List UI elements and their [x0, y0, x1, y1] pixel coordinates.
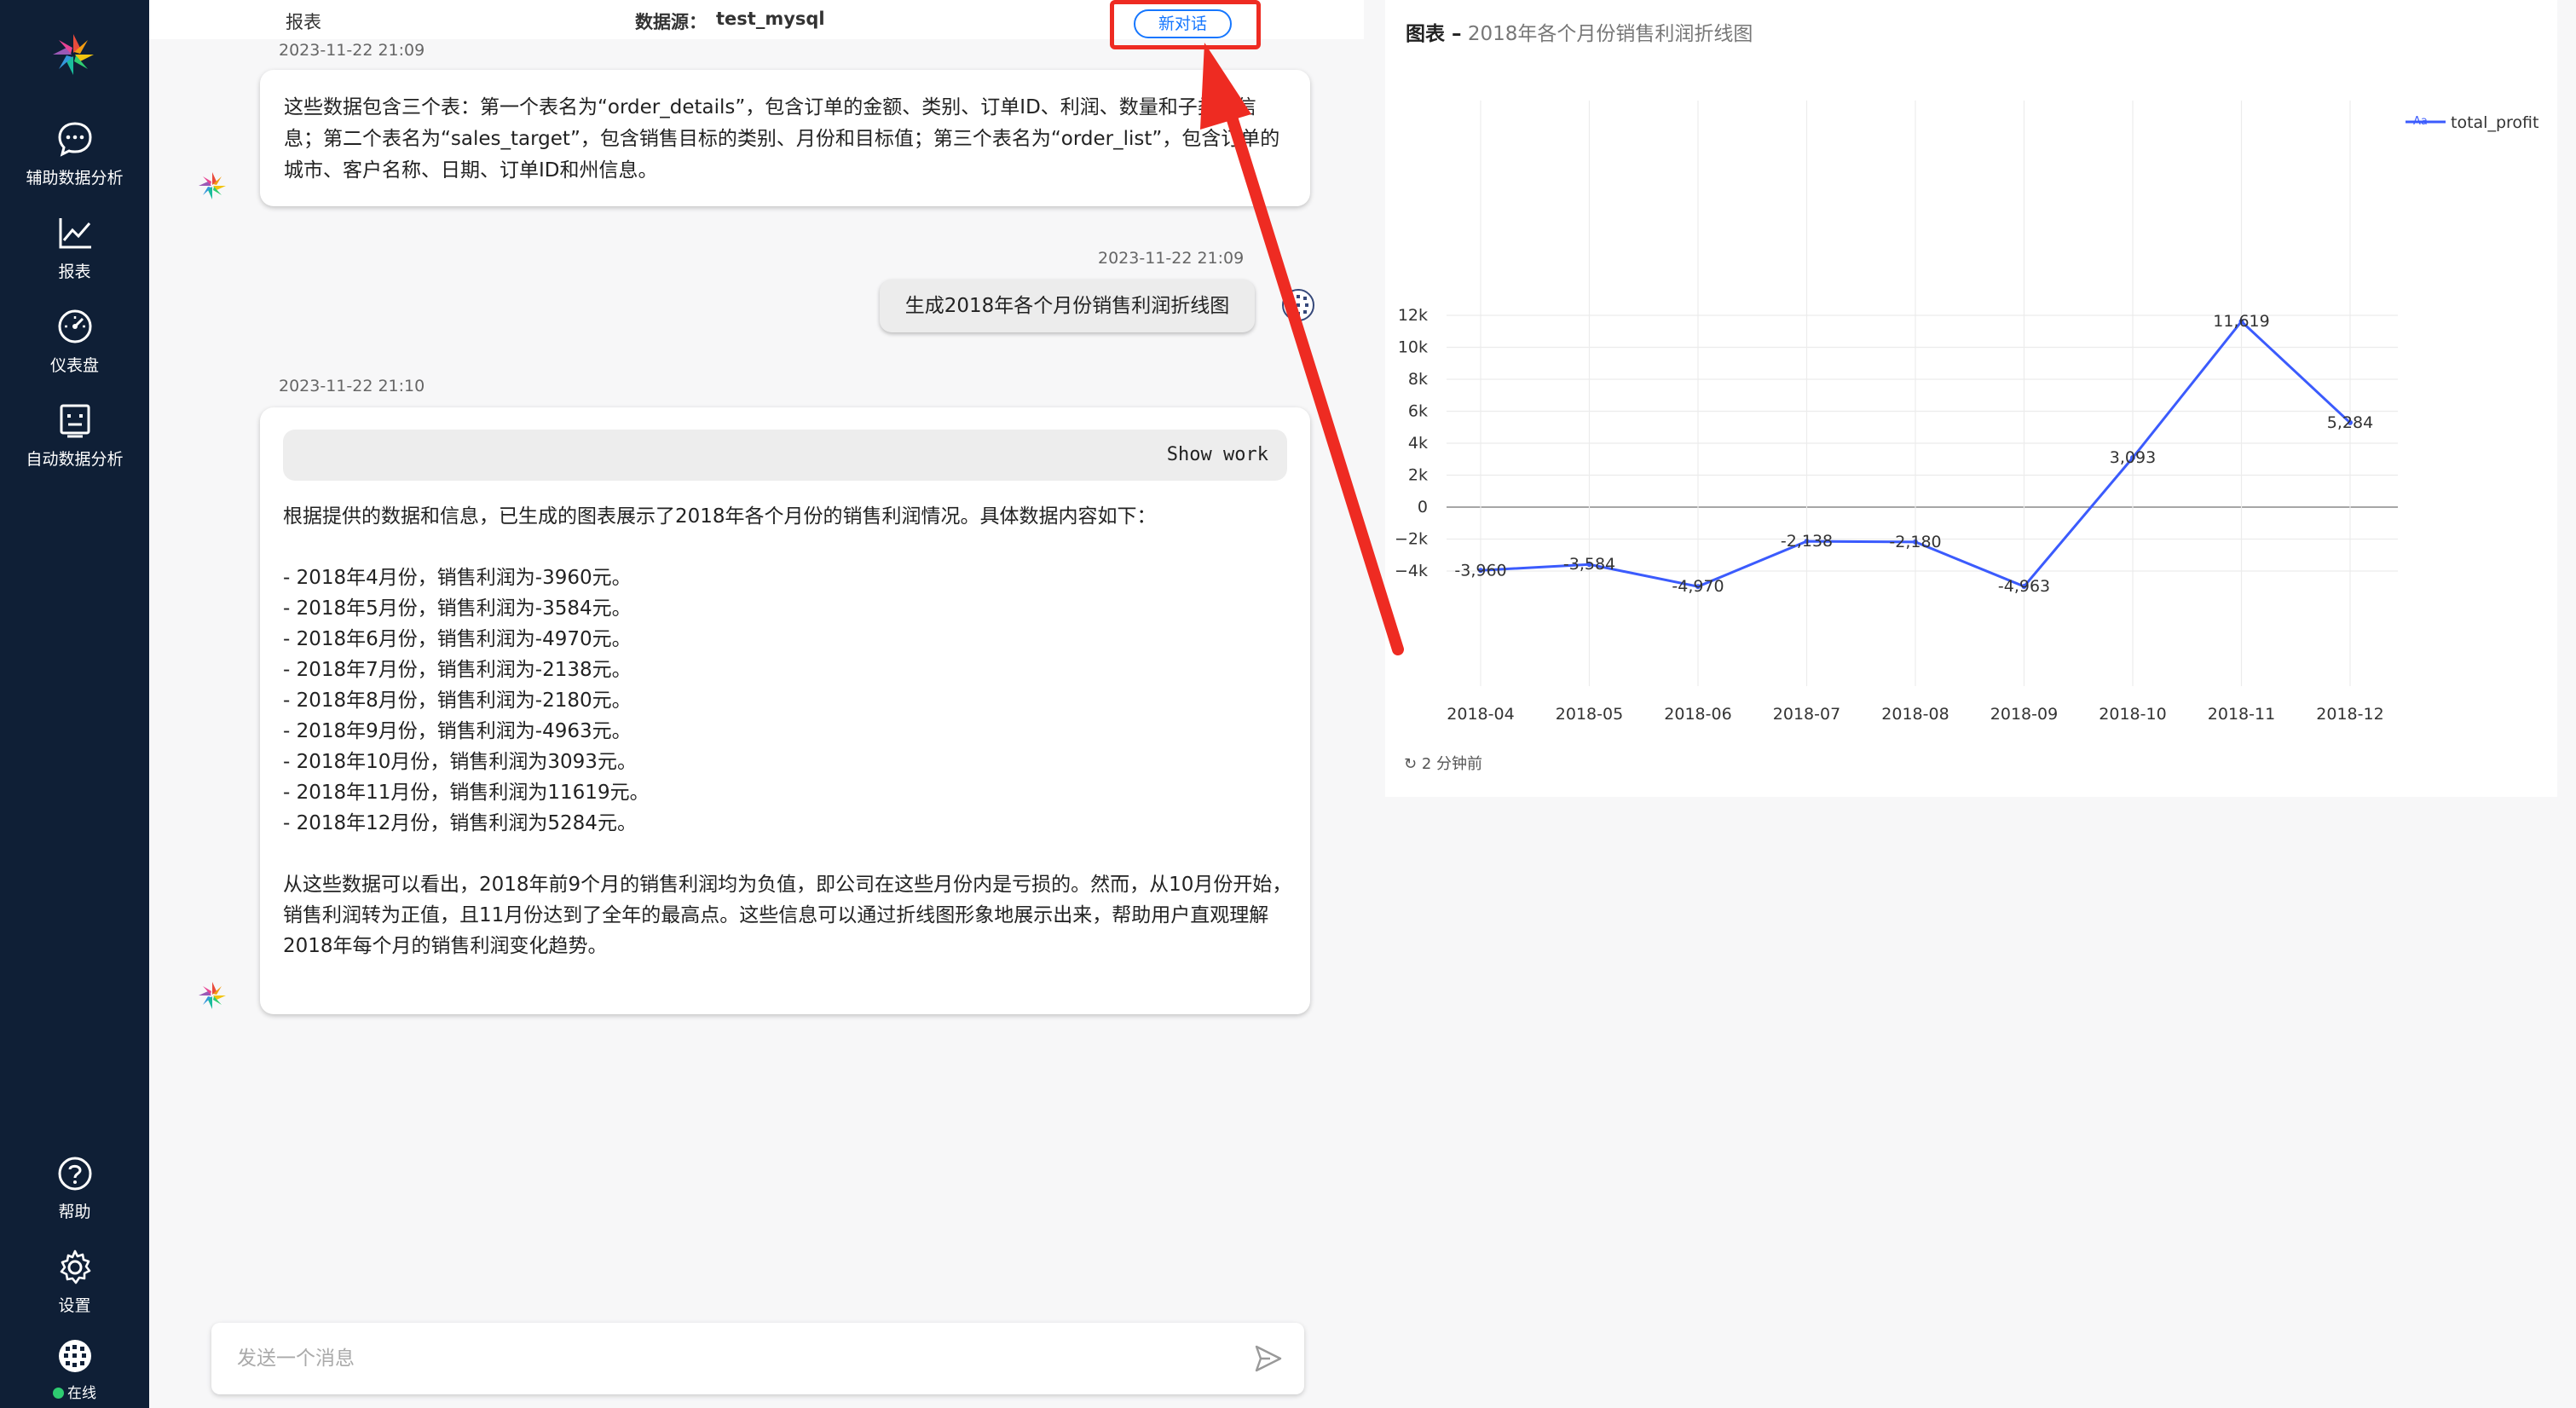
message-timestamp: 2023-11-22 21:10 [279, 377, 425, 395]
message-text: 生成2018年各个月份销售利润折线图 [904, 295, 1230, 317]
new-chat-button[interactable]: 新对话 [1134, 9, 1232, 38]
sidebar-item-label: 仪表盘 [49, 356, 99, 375]
x-tick-label: 2018-07 [1773, 705, 1840, 724]
show-work-button[interactable]: Show work [283, 430, 1287, 481]
answer-item: - 2018年10月份，销售利润为3093元。 [283, 751, 637, 773]
data-label: 11,619 [2213, 312, 2269, 331]
answer-item: - 2018年4月份，销售利润为-3960元。 [283, 567, 632, 589]
y-tick-label: −2k [1395, 530, 1428, 549]
message-timestamp: 2023-11-22 21:09 [1098, 249, 1245, 268]
message-input[interactable] [237, 1340, 1226, 1377]
sidebar-item-assisted-analysis[interactable]: 辅助数据分析 [0, 119, 149, 188]
data-label: -4,970 [1672, 577, 1724, 596]
message-composer [211, 1323, 1304, 1394]
y-tick-label: 12k [1398, 306, 1428, 325]
sidebar-item-label: 自动数据分析 [26, 450, 124, 469]
assistant-avatar-icon [199, 982, 226, 1009]
user-avatar-icon [1282, 289, 1314, 321]
sidebar-item-reports[interactable]: 报表 [0, 213, 149, 282]
sidebar-item-help[interactable]: 帮助 [0, 1155, 149, 1222]
sidebar-item-dashboard[interactable]: 仪表盘 [0, 307, 149, 376]
answer-item: - 2018年12月份，销售利润为5284元。 [283, 812, 637, 834]
message-timestamp: 2023-11-22 21:09 [279, 41, 425, 60]
avatar-icon [58, 1340, 91, 1372]
send-icon[interactable] [1253, 1343, 1284, 1374]
chart-panel: 图表 – 2018年各个月份销售利润折线图 12k 10k 8k 6k 4k 2k 0 −2k… [1385, 0, 2557, 797]
assistant-avatar-icon [199, 172, 226, 199]
line-chart[interactable]: 12k 10k 8k 6k 4k 2k 0 −2k −4k 2018-04 2018-05 2018-… [1385, 0, 2557, 742]
user-status[interactable]: 在线 [0, 1338, 149, 1402]
gauge-icon [58, 309, 91, 343]
chat-bubble-icon [57, 122, 92, 157]
assistant-message: 这些数据包含三个表：第一个表名为“order_details”，包含订单的金额、… [260, 70, 1310, 206]
answer-item: - 2018年5月份，销售利润为-3584元。 [283, 597, 632, 620]
x-tick-label: 2018-08 [1881, 705, 1949, 724]
status-label: 在线 [67, 1385, 96, 1402]
user-message: 生成2018年各个月份销售利润折线图 [880, 280, 1255, 332]
legend-icon: Aa [2413, 115, 2428, 128]
y-tick-label: 4k [1408, 434, 1428, 453]
sidebar-item-settings[interactable]: 设置 [0, 1249, 149, 1316]
data-label: -2,180 [1889, 533, 1941, 551]
refresh-icon: ↻ [1404, 755, 1418, 773]
x-tick-label: 2018-05 [1556, 705, 1623, 724]
answer-text: 根据提供的数据和信息，已生成的图表展示了2018年各个月份的销售利润情况。具体数… [283, 501, 1297, 961]
page-title: 报表 [286, 12, 321, 32]
y-tick-label: 0 [1418, 498, 1428, 516]
sidebar-item-auto-analysis[interactable]: 自动数据分析 [0, 401, 149, 470]
y-tick-label: 2k [1408, 466, 1428, 485]
answer-item: - 2018年9月份，销售利润为-4963元。 [283, 720, 632, 742]
x-tick-label: 2018-11 [2208, 705, 2275, 724]
message-text: 这些数据包含三个表：第一个表名为“order_details”，包含订单的金额、… [284, 96, 1280, 182]
sidebar-item-label: 设置 [58, 1296, 91, 1315]
sidebar-item-label: 辅助数据分析 [26, 169, 124, 188]
y-tick-label: −4k [1395, 562, 1428, 580]
answer-item: - 2018年7月份，销售利润为-2138元。 [283, 659, 632, 681]
online-status-dot [53, 1388, 64, 1399]
refresh-status[interactable]: ↻ 2 分钟前 [1404, 752, 1482, 774]
datasource-label: 数据源： [635, 12, 707, 32]
datasource-value[interactable]: test_mysql [716, 9, 825, 29]
new-chat-highlight: 新对话 [1110, 0, 1261, 49]
answer-item: - 2018年8月份，销售利润为-2180元。 [283, 690, 632, 712]
data-label: -3,584 [1563, 555, 1615, 574]
data-label: 5,284 [2327, 413, 2373, 432]
y-tick-label: 6k [1408, 402, 1428, 421]
chat-panel: 报表 数据源： test_mysql 新对话 2023-11-22 21:09 … [149, 0, 1364, 1408]
answer-item: - 2018年6月份，销售利润为-4970元。 [283, 628, 632, 650]
help-icon [58, 1157, 91, 1191]
x-tick-label: 2018-09 [1990, 705, 2058, 724]
answer-conclusion: 从这些数据可以看出，2018年前9个月的销售利润均为负值，即公司在这些月份内是亏… [283, 874, 1292, 957]
y-tick-label: 8k [1408, 370, 1428, 389]
data-label: -3,960 [1454, 561, 1506, 580]
x-tick-label: 2018-10 [2099, 705, 2166, 724]
data-label: -2,138 [1781, 532, 1833, 551]
y-tick-label: 10k [1398, 338, 1428, 357]
x-tick-label: 2018-04 [1447, 705, 1514, 724]
refresh-time: 2 分钟前 [1421, 755, 1483, 773]
legend-label: total_profit [2451, 113, 2538, 132]
settings-icon [60, 1249, 90, 1284]
sidebar-item-label: 报表 [58, 263, 91, 281]
x-tick-label: 2018-12 [2316, 705, 2383, 724]
data-label: -4,963 [1998, 577, 2050, 596]
line-chart-icon [59, 218, 91, 249]
x-tick-label: 2018-06 [1664, 705, 1731, 724]
answer-item: - 2018年11月份，销售利润为11619元。 [283, 782, 650, 804]
sidebar: 辅助数据分析 报表 仪表盘 自动数据分析 帮助 设置 在线 [0, 0, 149, 1408]
app-logo-icon[interactable] [48, 29, 99, 80]
sidebar-item-label: 帮助 [58, 1203, 91, 1221]
answer-intro: 根据提供的数据和信息，已生成的图表展示了2018年各个月份的销售利润情况。具体数… [283, 505, 1157, 528]
robot-icon [60, 404, 90, 438]
data-label: 3,093 [2110, 448, 2156, 467]
